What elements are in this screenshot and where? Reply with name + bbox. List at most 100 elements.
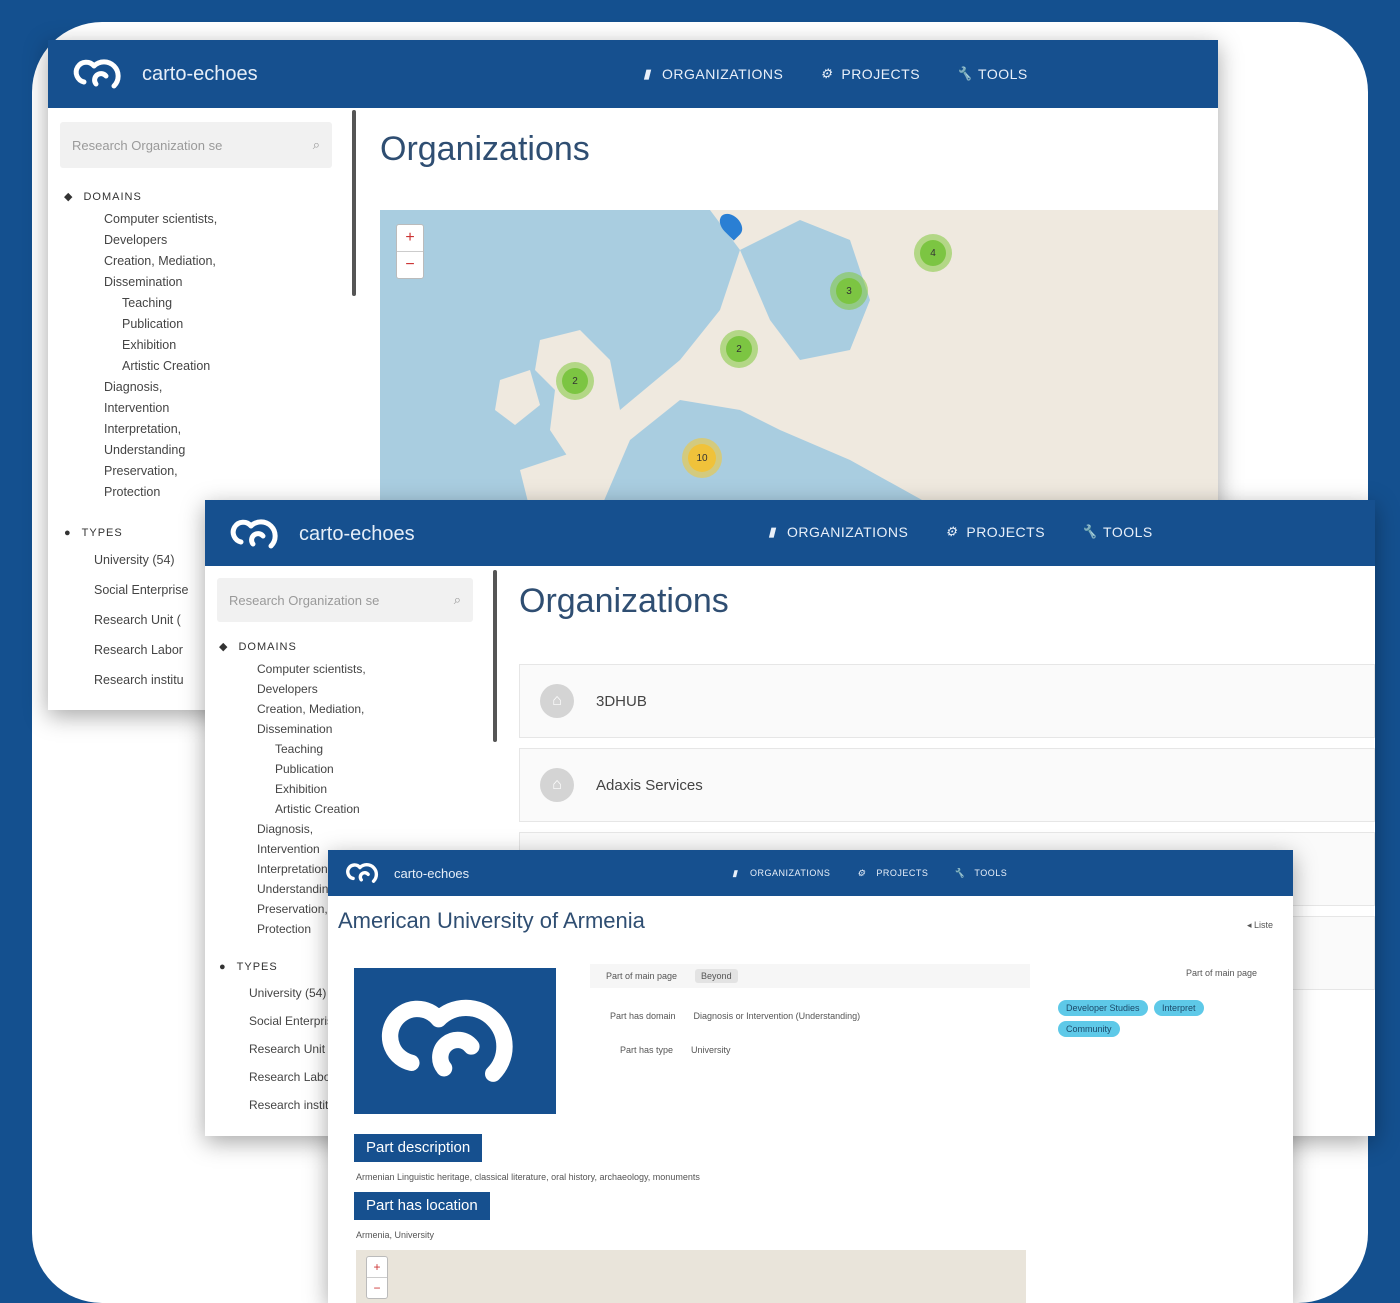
domain-item[interactable]: Publication <box>104 314 344 335</box>
domain-item[interactable]: Developers <box>104 230 344 251</box>
tag[interactable]: Community <box>1058 1021 1120 1037</box>
domain-item[interactable]: Exhibition <box>257 779 489 799</box>
tag-icon: ◆ <box>64 191 74 203</box>
cluster-count: 4 <box>919 239 947 267</box>
location-map[interactable]: + − <box>356 1250 1026 1303</box>
map-cluster[interactable]: 2 <box>556 362 594 400</box>
domain-item[interactable]: Diagnosis, <box>257 819 489 839</box>
top-navbar: carto-echoes ▮ ORGANIZATIONS ⚙ PROJECTS 🔧 T… <box>48 40 1218 108</box>
brand[interactable]: carto-echoes <box>70 52 258 96</box>
search-icon[interactable]: ⌕ <box>454 592 461 608</box>
field-value[interactable]: Beyond <box>695 969 738 983</box>
zoom-in-button[interactable]: + <box>397 225 423 251</box>
cluster-count: 2 <box>561 367 589 395</box>
building-icon: ▮ <box>732 868 738 878</box>
search-input[interactable]: Research Organization se ⌕ <box>217 578 473 622</box>
map-zoom-control: + − <box>366 1256 388 1299</box>
domain-item[interactable]: Understanding <box>104 440 344 461</box>
search-placeholder: Research Organization se <box>72 137 223 153</box>
domain-item[interactable]: Teaching <box>257 739 489 759</box>
org-name: 3DHUB <box>596 692 647 710</box>
sidebar-scrollbar[interactable] <box>352 110 356 296</box>
domain-item[interactable]: Computer scientists, <box>257 659 489 679</box>
domain-item[interactable]: Creation, Mediation, <box>257 699 489 719</box>
nav-organizations[interactable]: ▮ ORGANIZATIONS <box>728 866 830 880</box>
search-input[interactable]: Research Organization se ⌕ <box>60 122 332 168</box>
nav-tools[interactable]: 🔧 TOOLS <box>1081 524 1153 540</box>
types-title: TYPES <box>81 527 123 539</box>
field-label: Part of main page <box>606 971 678 981</box>
nav-organizations[interactable]: ▮ ORGANIZATIONS <box>765 524 908 540</box>
domain-item[interactable]: Teaching <box>104 293 344 314</box>
nav-organizations[interactable]: ▮ ORGANIZATIONS <box>640 66 783 82</box>
back-link[interactable]: ◂ Liste <box>1247 920 1273 931</box>
tag[interactable]: Interpret <box>1154 1000 1204 1016</box>
field-label: Part has domain <box>610 1011 676 1021</box>
cloud-logo-icon <box>346 863 379 883</box>
sidebar-scrollbar[interactable] <box>493 570 497 742</box>
nav-projects[interactable]: ⚙ PROJECTS <box>854 866 928 880</box>
domain-item[interactable]: Dissemination <box>257 719 489 739</box>
page-title: American University of Armenia <box>338 908 645 933</box>
right-note: Part of main page <box>1185 968 1257 978</box>
domain-item[interactable]: Preservation, <box>104 461 344 482</box>
search-icon[interactable]: ⌕ <box>313 137 320 153</box>
domain-item[interactable]: Interpretation, <box>104 419 344 440</box>
domain-item[interactable]: Exhibition <box>104 335 344 356</box>
organizations-map[interactable]: + − 4 3 2 2 10 <box>380 210 1218 510</box>
map-cluster[interactable]: 4 <box>914 234 952 272</box>
wrench-icon: 🔧 <box>956 66 973 81</box>
domain-item[interactable]: Creation, Mediation, <box>104 251 344 272</box>
cluster-count: 3 <box>835 277 863 305</box>
domains-heading: ◆ DOMAINS <box>64 190 344 204</box>
map-cluster[interactable]: 2 <box>720 330 758 368</box>
nav-projects-label: PROJECTS <box>841 66 921 82</box>
nav-organizations-label: ORGANIZATIONS <box>662 66 784 82</box>
domain-item[interactable]: Computer scientists, <box>104 209 344 230</box>
gear-icon: ⚙ <box>857 868 866 878</box>
nav-projects[interactable]: ⚙ PROJECTS <box>944 524 1045 540</box>
nav-tools-label: TOOLS <box>978 66 1028 82</box>
top-navbar: carto-echoes ▮ ORGANIZATIONS ⚙ PROJECTS 🔧 T… <box>328 850 1293 896</box>
zoom-out-button[interactable]: − <box>397 251 423 278</box>
wrench-icon: 🔧 <box>1081 524 1098 539</box>
nav-projects-label: PROJECTS <box>876 868 929 878</box>
brand-name: carto-echoes <box>299 522 415 545</box>
brand-name: carto-echoes <box>142 62 258 85</box>
domain-item[interactable]: Dissemination <box>104 272 344 293</box>
domain-item[interactable]: Artistic Creation <box>104 356 344 377</box>
top-navbar: carto-echoes ▮ ORGANIZATIONS ⚙ PROJECTS 🔧 T… <box>205 500 1375 566</box>
map-cluster[interactable]: 10 <box>682 438 722 478</box>
domain-item[interactable]: Intervention <box>104 398 344 419</box>
brand[interactable]: carto-echoes <box>342 858 469 888</box>
user-icon: ● <box>219 961 227 973</box>
field-value: University <box>691 1045 731 1055</box>
zoom-in-button[interactable]: + <box>367 1257 387 1277</box>
list-item[interactable]: ⌂ Adaxis Services <box>519 748 1375 822</box>
domain-item[interactable]: Publication <box>257 759 489 779</box>
domains-title: DOMAINS <box>238 640 297 653</box>
cluster-count: 2 <box>725 335 753 363</box>
organization-logo <box>354 968 556 1114</box>
domain-item[interactable]: Artistic Creation <box>257 799 489 819</box>
nav-organizations-label: ORGANIZATIONS <box>787 524 909 540</box>
nav-projects-label: PROJECTS <box>966 524 1046 540</box>
domain-item[interactable]: Diagnosis, <box>104 377 344 398</box>
cloud-logo-icon <box>381 999 513 1082</box>
brand[interactable]: carto-echoes <box>227 512 415 556</box>
field-row: Part of main page Beyond <box>590 964 1030 988</box>
nav-tools[interactable]: 🔧 TOOLS <box>952 866 1007 880</box>
zoom-out-button[interactable]: − <box>367 1277 387 1298</box>
list-item[interactable]: ⌂ 3DHUB <box>519 664 1375 738</box>
main-nav: ▮ ORGANIZATIONS ⚙ PROJECTS 🔧 TOOLS <box>640 66 1028 82</box>
tag[interactable]: Developer Studies <box>1058 1000 1148 1016</box>
gear-icon: ⚙ <box>820 66 833 81</box>
cluster-count: 10 <box>688 444 716 472</box>
nav-projects[interactable]: ⚙ PROJECTS <box>819 66 920 82</box>
location-label: Part has location <box>354 1192 490 1220</box>
domains-tree: Computer scientists, Developers Creation… <box>64 209 344 503</box>
map-cluster[interactable]: 3 <box>830 272 868 310</box>
domain-item[interactable]: Developers <box>257 679 489 699</box>
home-icon: ⌂ <box>540 684 574 718</box>
nav-tools[interactable]: 🔧 TOOLS <box>956 66 1028 82</box>
